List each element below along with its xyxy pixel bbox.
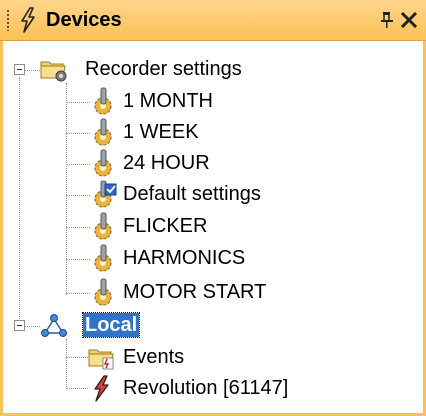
tree-node-setting[interactable]: 24 HOUR: [89, 148, 289, 177]
tree-connector: [66, 259, 90, 260]
folder-events-icon: [88, 349, 114, 370]
tree-node-setting[interactable]: HARMONICS: [89, 243, 289, 272]
tree-node-label: 1 WEEK: [123, 121, 199, 143]
tree-connector: [66, 195, 90, 196]
tree-node-label: HARMONICS: [123, 247, 246, 269]
folder-settings-icon: [40, 61, 67, 82]
device-tree[interactable]: Recorder settings 1 MONTH 1 WEEK 24 HOUR…: [0, 41, 426, 416]
tree-node-label: 24 HOUR: [123, 152, 210, 174]
network-icon: [41, 314, 67, 337]
tree-connector: [66, 357, 88, 358]
tree-connector: [66, 227, 90, 228]
panel-titlebar[interactable]: Devices: [0, 0, 426, 41]
tree-connector: [19, 77, 20, 327]
collapse-toggle-local[interactable]: [14, 320, 25, 331]
tree-connector: [66, 102, 90, 103]
tree-connector: [66, 293, 90, 294]
tree-node-recorder-settings[interactable]: Recorder settings: [39, 54, 269, 82]
tree-connector: [66, 388, 88, 389]
gear-wrench-icon: [94, 149, 112, 177]
close-button[interactable]: [398, 8, 420, 32]
tree-connector: [66, 164, 90, 165]
tree-node-label: MOTOR START: [123, 281, 267, 303]
tree-node-setting[interactable]: 1 MONTH: [89, 86, 289, 115]
tree-connector: [66, 133, 90, 134]
tree-node-setting[interactable]: FLICKER: [89, 211, 289, 240]
pin-icon: [381, 12, 393, 28]
tree-node-label: Revolution [61147]: [123, 377, 289, 399]
gear-wrench-checked-icon: [94, 180, 117, 208]
gear-wrench-icon: [94, 212, 112, 240]
panel-title: Devices: [46, 9, 122, 31]
tree-connector: [24, 326, 40, 327]
tree-connector: [66, 339, 67, 389]
gear-wrench-icon: [94, 87, 112, 115]
tree-node-label: Local: [81, 312, 141, 338]
tree-connector: [66, 83, 67, 295]
tree-node-label: 1 MONTH: [123, 90, 213, 112]
tree-node-events[interactable]: Events: [87, 342, 287, 370]
lightning-bolt-icon: [94, 375, 109, 402]
tree-node-label: Events: [123, 346, 185, 368]
tree-connector: [24, 70, 40, 71]
gear-wrench-icon: [94, 278, 112, 306]
devices-panel: Devices Recorder settings 1 MONTH 1 WEEK…: [0, 0, 426, 416]
gear-wrench-icon: [94, 118, 112, 146]
collapse-toggle-recorder-settings[interactable]: [14, 64, 25, 75]
tree-node-label: Recorder settings: [85, 58, 242, 80]
pin-button[interactable]: [378, 9, 396, 31]
tree-node-setting[interactable]: MOTOR START: [89, 277, 319, 306]
lightning-bolt-icon: [21, 7, 35, 33]
tree-node-label: FLICKER: [123, 215, 208, 237]
tree-node-setting[interactable]: 1 WEEK: [89, 117, 289, 146]
gear-wrench-icon: [94, 244, 112, 272]
close-icon: [400, 11, 418, 29]
tree-node-local[interactable]: Local: [39, 311, 239, 339]
tree-node-setting[interactable]: Default settings: [89, 179, 319, 208]
tree-node-device[interactable]: Revolution [61147]: [87, 373, 347, 402]
tree-node-label: Default settings: [123, 183, 261, 205]
drag-grip[interactable]: [6, 9, 10, 31]
